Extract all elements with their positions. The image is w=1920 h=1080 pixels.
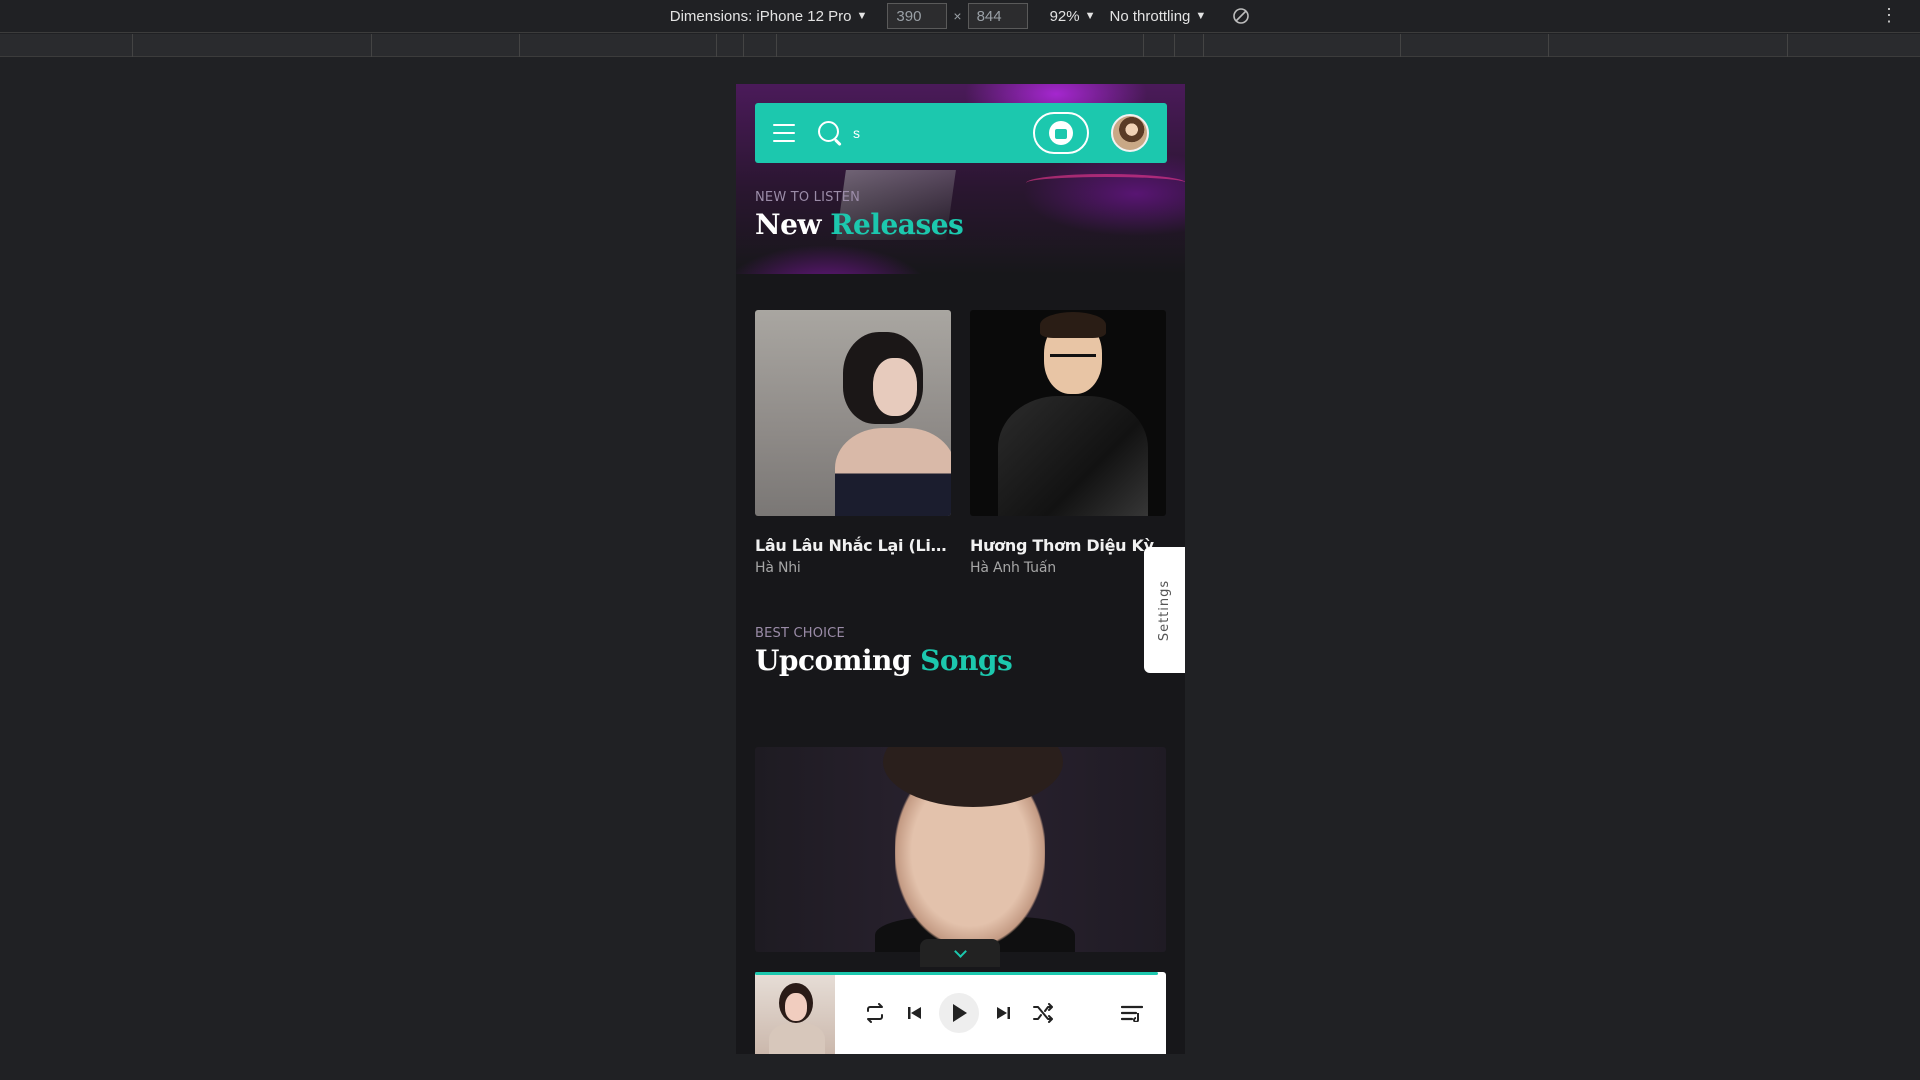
shuffle-button[interactable] [1029,999,1057,1027]
menu-icon[interactable] [773,124,795,142]
search-icon[interactable] [817,120,843,146]
avatar[interactable] [1111,114,1149,152]
rotate-button[interactable] [1232,7,1250,25]
settings-tab[interactable]: Settings [1144,547,1185,673]
section-eyebrow: NEW TO LISTEN [755,190,861,205]
play-button[interactable] [939,993,979,1033]
shuffle-icon [1033,1003,1053,1023]
chevron-down-icon [953,944,967,958]
device-selector[interactable]: Dimensions: iPhone 12 Pro ▼ [670,8,868,25]
album-cover [970,310,1166,516]
throttling-label: No throttling [1109,7,1191,25]
devtools-toolbar: Dimensions: iPhone 12 Pro ▼ × 92% ▼ No t… [0,0,1920,33]
release-card[interactable]: Hương Thơm Diệu Kỳ Hà Anh Tuấn [970,310,1166,576]
song-title: Hương Thơm Diệu Kỳ [970,536,1154,555]
collapse-player-button[interactable] [920,939,1000,967]
width-input[interactable] [887,3,948,29]
release-card[interactable]: Lâu Lâu Nhắc Lại (Live ... Hà Nhi [755,310,951,576]
upcoming-song-cover[interactable] [755,747,1166,952]
playlist-icon [1121,1005,1143,1022]
search-input[interactable] [853,125,1013,141]
chevron-down-icon: ▼ [1195,10,1207,22]
section-title-main: New [755,208,822,241]
section-eyebrow: BEST CHOICE [755,626,845,641]
song-title: Lâu Lâu Nhắc Lại (Live ... [755,536,951,555]
music-player [755,972,1166,1054]
repeat-icon [867,1003,883,1023]
skip-next-icon [997,1007,1010,1019]
throttling-selector[interactable]: No throttling ▼ [1110,8,1207,25]
song-artist: Hà Nhi [755,560,801,576]
device-dimensions-label: Dimensions: iPhone 12 Pro [669,7,852,25]
previous-button[interactable] [901,999,929,1027]
premium-button[interactable] [1033,112,1089,154]
device-viewport: NEW TO LISTEN New Releases Lâu Lâu Nhắc … [736,84,1185,1054]
section-title-main: Upcoming [755,644,911,677]
app-header [755,103,1167,163]
album-cover [755,310,951,516]
hero-decoration [1026,174,1185,192]
height-input[interactable] [967,3,1028,29]
section-title: New Releases [755,208,964,241]
song-artist: Hà Anh Tuấn [970,560,1056,576]
section-title-accent: Releases [830,208,964,241]
repeat-button[interactable] [861,999,889,1027]
queue-button[interactable] [1118,999,1146,1027]
now-playing-cover[interactable] [755,975,835,1054]
media-query-ruler[interactable] [0,34,1920,57]
play-icon [953,1004,967,1022]
zoom-selector[interactable]: 92% ▼ [1050,8,1096,25]
rotate-icon [1233,8,1250,24]
chevron-down-icon: ▼ [856,10,868,22]
settings-label: Settings [1157,579,1173,641]
skip-previous-icon [908,1007,921,1019]
more-options-icon[interactable]: ⋮ [1880,6,1898,24]
dimension-separator: × [953,8,962,24]
next-button[interactable] [989,999,1017,1027]
section-title: Upcoming Songs [755,644,1013,677]
chevron-down-icon: ▼ [1084,10,1096,22]
section-title-accent: Songs [920,644,1013,677]
zoom-label: 92% [1049,7,1080,25]
crown-icon [1049,121,1073,145]
